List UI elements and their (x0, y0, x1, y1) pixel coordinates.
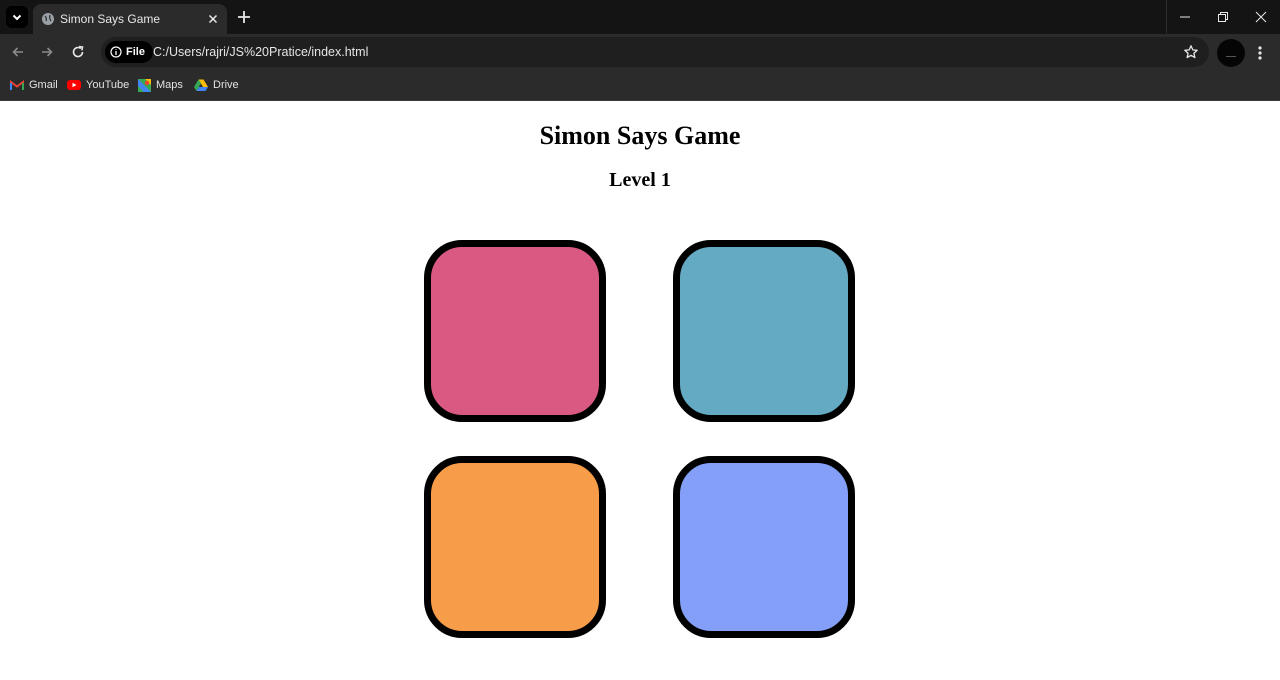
gmail-icon (10, 79, 24, 90)
browser-toolbar: File C:/Users/rajri/JS%20Pratice/index.h… (0, 34, 1280, 70)
bookmark-label: Gmail (29, 79, 58, 91)
page-content: Simon Says Game Level 1 (0, 101, 1280, 680)
arrow-right-icon (42, 47, 53, 57)
bookmark-star-icon[interactable] (1183, 44, 1199, 60)
bookmark-label: Maps (156, 79, 183, 91)
chevron-down-icon (12, 14, 22, 21)
url-text[interactable]: C:/Users/rajri/JS%20Pratice/index.html (153, 45, 368, 59)
restore-button[interactable] (1204, 0, 1242, 34)
bookmark-maps[interactable]: Maps (138, 77, 183, 93)
tab-search-button[interactable] (6, 6, 28, 28)
simon-button-purple[interactable] (673, 456, 855, 638)
reload-icon (72, 45, 84, 58)
page-title: Simon Says Game (539, 121, 741, 150)
restore-icon (1218, 12, 1228, 22)
bookmark-youtube[interactable]: YouTube (67, 77, 129, 93)
site-info-label: File (126, 46, 145, 58)
bookmarks-bar: Gmail YouTube Maps Drive (0, 70, 1280, 101)
address-bar[interactable]: File C:/Users/rajri/JS%20Pratice/index.h… (101, 37, 1209, 67)
info-icon (110, 46, 122, 58)
arrow-left-icon (12, 47, 23, 57)
bookmark-label: Drive (213, 79, 239, 91)
tab-strip: Simon Says Game (0, 0, 1280, 34)
globe-icon (42, 13, 54, 25)
level-indicator: Level 1 (609, 169, 671, 191)
bookmark-gmail[interactable]: Gmail (10, 77, 58, 93)
new-tab-plus-icon[interactable] (236, 9, 252, 25)
profile-avatar[interactable] (1217, 39, 1245, 67)
simon-button-orange[interactable] (424, 456, 606, 638)
bookmark-drive[interactable]: Drive (194, 77, 239, 93)
tab-title: Simon Says Game (60, 12, 161, 26)
more-vertical-icon (1258, 46, 1262, 60)
forward-button[interactable] (38, 43, 56, 61)
back-button[interactable] (9, 43, 27, 61)
close-window-button[interactable] (1242, 0, 1280, 34)
minimize-icon (1180, 16, 1190, 18)
drive-icon (194, 79, 208, 91)
site-info-chip[interactable]: File (105, 41, 153, 63)
youtube-icon (67, 80, 81, 90)
maps-icon (138, 78, 151, 92)
browser-menu-button[interactable] (1253, 45, 1267, 61)
simon-button-red[interactable] (424, 240, 606, 422)
reload-button[interactable] (69, 43, 87, 61)
minimize-button[interactable] (1166, 0, 1204, 34)
simon-button-blue[interactable] (673, 240, 855, 422)
avatar-glyph (1226, 48, 1236, 57)
browser-tab-active[interactable]: Simon Says Game (33, 4, 227, 34)
close-window-icon (1255, 11, 1267, 23)
close-tab-icon[interactable] (206, 12, 220, 26)
bookmark-label: YouTube (86, 79, 130, 91)
window-controls (1166, 0, 1280, 34)
